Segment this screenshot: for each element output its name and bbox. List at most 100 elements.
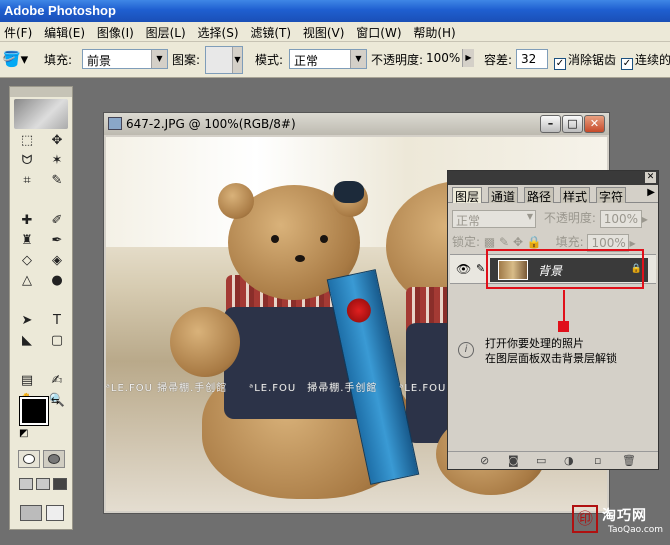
opacity-input[interactable]: 100% ▶ [424, 49, 474, 69]
blend-row: 正常 ▼ 不透明度: 100% ▶ [452, 209, 648, 228]
new-group-icon[interactable]: ▭ [536, 454, 546, 467]
screen-mode-standard-icon[interactable] [19, 478, 33, 490]
menu-edit[interactable]: 编辑(E) [40, 22, 89, 41]
visibility-eye-icon[interactable]: 👁 [456, 262, 471, 276]
eraser-tool-icon[interactable]: ◇ [12, 251, 42, 271]
pattern-picker[interactable]: ▼ [205, 46, 243, 74]
bear-left-arm [170, 307, 240, 377]
add-mask-icon[interactable]: ◙ [508, 454, 519, 467]
app-titlebar: Adobe Photoshop [0, 0, 670, 22]
antialias-label: 消除锯齿 [568, 53, 617, 67]
feather-logo-icon[interactable] [14, 99, 68, 129]
close-icon[interactable]: ✕ [645, 172, 656, 183]
check-icon: ✓ [621, 58, 633, 70]
notes-tool-icon[interactable]: ▤ [12, 371, 42, 391]
lock-transparency-icon: ▩ [483, 235, 496, 249]
fill-select-value: 前景 [87, 54, 112, 68]
seal-icon: ㊞ [572, 505, 598, 533]
bear-left-eye-right [320, 235, 328, 243]
paint-bucket-tool-preset-icon[interactable]: 🪣▾ [2, 50, 36, 70]
tab-character[interactable]: 字符 [596, 187, 627, 204]
menu-file[interactable]: 件(F) [0, 22, 36, 41]
check-icon[interactable] [46, 505, 64, 521]
toolbox: ⬚ ✥ ᗢ ✶ ⌗ ✎ ✚ ✐ ♜ ✒ ◇ ◈ △ ● ➤ T ◣ ▢ ▤ ✍ … [9, 86, 73, 530]
paint-bucket-tool-icon[interactable]: ◈ [42, 251, 72, 271]
panel-tabs: 图层 通道 路径 样式 字符 ▶ [448, 185, 658, 204]
bear-left-ear [218, 183, 254, 219]
dodge-tool-icon[interactable]: ● [42, 271, 72, 291]
menu-image[interactable]: 图像(I) [93, 22, 138, 41]
blend-mode-select: 正常 ▼ [452, 209, 536, 228]
window-controls: – □ ✕ [539, 115, 605, 133]
maximize-icon[interactable]: □ [562, 115, 583, 133]
standard-mode-button[interactable] [18, 450, 40, 468]
trash-icon[interactable]: 🗑 [622, 454, 636, 467]
panel-opacity-input: 100% [599, 209, 642, 228]
bear-left-bow [334, 181, 364, 203]
brush-tool-icon[interactable]: ✐ [42, 211, 72, 231]
app-title: Adobe Photoshop [4, 3, 116, 18]
fill-label: 填充: [44, 53, 73, 67]
instruction-note: 打开你要处理的照片 在图层面板双击背景层解锁 [485, 336, 617, 366]
quick-mask-mode-button[interactable] [43, 450, 65, 468]
adjustment-layer-icon[interactable]: ◑ [564, 454, 574, 467]
clone-stamp-tool-icon[interactable]: ♜ [12, 231, 42, 251]
tab-layers[interactable]: 图层 [452, 187, 483, 204]
jump-to-imageready-icon[interactable] [20, 505, 42, 521]
tab-paths[interactable]: 路径 [524, 187, 555, 204]
blur-tool-icon[interactable]: △ [12, 271, 42, 291]
move-tool-icon[interactable]: ✥ [42, 131, 72, 151]
eyedropper-tool-icon[interactable]: ✍ [42, 371, 72, 391]
document-titlebar[interactable]: 647-2.JPG @ 100%(RGB/8#) – □ ✕ [104, 113, 609, 135]
panel-menu-icon[interactable]: ▶ [647, 187, 655, 198]
type-tool-icon[interactable]: T [42, 311, 72, 331]
menu-layer[interactable]: 图层(L) [142, 22, 190, 41]
lock-label: 锁定: [452, 235, 481, 249]
pen-tool-icon[interactable]: ◣ [12, 331, 42, 351]
swap-colors-icon[interactable]: ⇆ [51, 396, 59, 407]
magic-wand-tool-icon[interactable]: ✶ [42, 151, 72, 171]
new-layer-icon[interactable]: ▫ [594, 454, 601, 467]
antialias-checkbox[interactable]: ✓ 消除锯齿 [554, 51, 616, 70]
chevron-down-icon: ▼ [151, 50, 167, 68]
annotation-marker [558, 321, 569, 332]
layer-link-icon[interactable]: ⊘ [480, 454, 489, 467]
lasso-tool-icon[interactable]: ᗢ [12, 151, 42, 171]
marquee-tool-icon[interactable]: ⬚ [12, 131, 42, 151]
brush-icon: ✎ [476, 262, 486, 275]
mode-select[interactable]: 正常 ▼ [289, 49, 367, 69]
menu-select[interactable]: 选择(S) [194, 22, 243, 41]
close-icon[interactable]: ✕ [584, 115, 605, 133]
history-brush-tool-icon[interactable]: ✒ [42, 231, 72, 251]
slice-tool-icon[interactable]: ✎ [42, 171, 72, 191]
foreground-color-swatch[interactable] [19, 396, 49, 426]
fill-select[interactable]: 前景 ▼ [82, 49, 168, 69]
tab-channels[interactable]: 通道 [488, 187, 519, 204]
menu-filter[interactable]: 滤镜(T) [246, 22, 295, 41]
shape-tool-icon[interactable]: ▢ [42, 331, 72, 351]
chevron-down-icon: ▼ [232, 47, 242, 73]
instruction-line-2: 在图层面板双击背景层解锁 [485, 352, 617, 365]
pattern-label: 图案: [172, 53, 201, 67]
toolbox-grip[interactable] [10, 87, 72, 97]
tolerance-input[interactable]: 32 [516, 49, 548, 69]
menu-window[interactable]: 窗口(W) [352, 22, 405, 41]
tab-styles[interactable]: 样式 [560, 187, 591, 204]
chevron-right-icon[interactable]: ▶ [462, 49, 474, 67]
panel-titlebar[interactable]: ✕ [448, 171, 658, 185]
screen-mode-full-icon[interactable] [53, 478, 67, 490]
site-logo: ㊞ 淘巧网 TaoQao.com [572, 505, 666, 541]
contiguous-label: 连续的 [635, 53, 670, 67]
minimize-icon[interactable]: – [540, 115, 561, 133]
path-selection-tool-icon[interactable]: ➤ [12, 311, 42, 331]
contiguous-checkbox[interactable]: ✓ 连续的 [621, 51, 670, 70]
mode-label: 模式: [255, 53, 284, 67]
crop-tool-icon[interactable]: ⌗ [12, 171, 42, 191]
menu-help[interactable]: 帮助(H) [409, 22, 459, 41]
healing-brush-tool-icon[interactable]: ✚ [12, 211, 42, 231]
chevron-right-icon: ▶ [641, 215, 648, 224]
screen-mode-menubar-icon[interactable] [36, 478, 50, 490]
default-colors-icon[interactable]: ◩ [19, 428, 28, 439]
tolerance-label: 容差: [484, 53, 513, 67]
menu-view[interactable]: 视图(V) [299, 22, 349, 41]
